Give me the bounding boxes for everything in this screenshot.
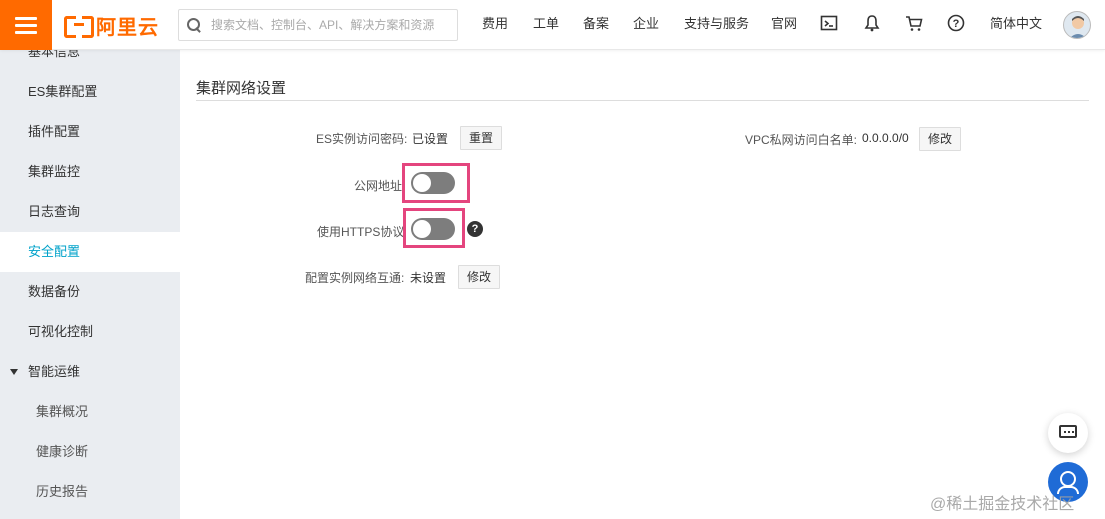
sidebar-item-history-report[interactable]: 历史报告 xyxy=(0,472,180,512)
https-label: 使用HTTPS协议 xyxy=(317,225,405,239)
main-content: 集群网络设置 ES实例访问密码: 已设置 重置 VPC私网访问白名单: 0.0.… xyxy=(180,50,1105,519)
nav-enterprise[interactable]: 企业 xyxy=(633,0,659,50)
sidebar-item-cluster-overview[interactable]: 集群概况 xyxy=(0,392,180,432)
question-help-icon[interactable]: ? xyxy=(467,221,483,237)
network-interconnect-label: 配置实例网络互通: xyxy=(305,271,405,285)
sidebar-item-log-query[interactable]: 日志查询 xyxy=(0,192,180,232)
section-divider xyxy=(196,100,1089,101)
edit-vpc-whitelist-button[interactable]: 修改 xyxy=(919,127,962,151)
sidebar-item-visualization[interactable]: 可视化控制 xyxy=(0,312,180,352)
chat-bubble-icon xyxy=(1059,425,1077,438)
feedback-chat-button[interactable] xyxy=(1048,413,1088,453)
toggle-knob xyxy=(413,174,431,192)
aliyun-logo[interactable]: 阿里云 xyxy=(64,12,159,39)
https-toggle[interactable] xyxy=(411,218,455,240)
hamburger-menu-icon[interactable] xyxy=(0,0,52,50)
sidebar-item-basic-info[interactable]: 基本信息 xyxy=(0,50,180,72)
terminal-icon[interactable] xyxy=(820,14,840,34)
public-address-label: 公网地址 xyxy=(354,179,403,193)
search-icon xyxy=(187,18,201,32)
nav-tickets[interactable]: 工单 xyxy=(533,0,559,50)
nav-official-site[interactable]: 官网 xyxy=(771,0,797,50)
toggle-knob xyxy=(413,220,431,238)
global-search[interactable] xyxy=(178,9,458,41)
user-avatar[interactable] xyxy=(1063,11,1091,39)
sidebar-item-smart-ops[interactable]: 智能运维 xyxy=(0,352,180,392)
vpc-whitelist-label: VPC私网访问白名单: xyxy=(745,133,858,147)
help-icon[interactable]: ? xyxy=(947,14,967,34)
sidebar-item-label: 智能运维 xyxy=(28,364,81,379)
cart-icon[interactable] xyxy=(905,14,925,34)
sidebar-item-health-diagnosis[interactable]: 健康诊断 xyxy=(0,432,180,472)
nav-support[interactable]: 支持与服务 xyxy=(684,0,749,50)
watermark: @稀土掘金技术社区 xyxy=(930,496,1075,513)
es-password-label: ES实例访问密码: xyxy=(316,132,408,146)
top-navigation-bar: 阿里云 费用 工单 备案 企业 支持与服务 官网 ? 简体中文 xyxy=(0,0,1105,50)
support-agent-icon xyxy=(1060,471,1076,487)
sidebar-item-plugin-config[interactable]: 插件配置 xyxy=(0,112,180,152)
sidebar-item-cluster-monitoring[interactable]: 集群监控 xyxy=(0,152,180,192)
public-address-toggle[interactable] xyxy=(411,172,455,194)
network-interconnect-status: 未设置 xyxy=(410,271,447,285)
section-title: 集群网络设置 xyxy=(196,80,287,97)
nav-billing[interactable]: 费用 xyxy=(482,0,508,50)
language-switcher[interactable]: 简体中文 xyxy=(990,0,1042,50)
sidebar-item-es-cluster-config[interactable]: ES集群配置 xyxy=(0,72,180,112)
bell-icon[interactable] xyxy=(863,14,883,34)
edit-network-interconnect-button[interactable]: 修改 xyxy=(458,265,501,289)
vpc-whitelist-value: 0.0.0.0/0 xyxy=(862,131,909,145)
search-input[interactable] xyxy=(211,18,451,32)
aliyun-logo-icon xyxy=(64,14,94,38)
nav-icp-filing[interactable]: 备案 xyxy=(583,0,609,50)
sidebar-item-security-config[interactable]: 安全配置 xyxy=(0,232,180,272)
caret-down-icon xyxy=(10,369,18,375)
reset-password-button[interactable]: 重置 xyxy=(460,126,503,150)
logo-text: 阿里云 xyxy=(96,16,159,39)
sidebar: 基本信息 ES集群配置 插件配置 集群监控 日志查询 安全配置 数据备份 可视化… xyxy=(0,50,180,519)
es-password-status: 已设置 xyxy=(412,132,449,146)
svg-text:?: ? xyxy=(953,18,960,30)
sidebar-item-data-backup[interactable]: 数据备份 xyxy=(0,272,180,312)
